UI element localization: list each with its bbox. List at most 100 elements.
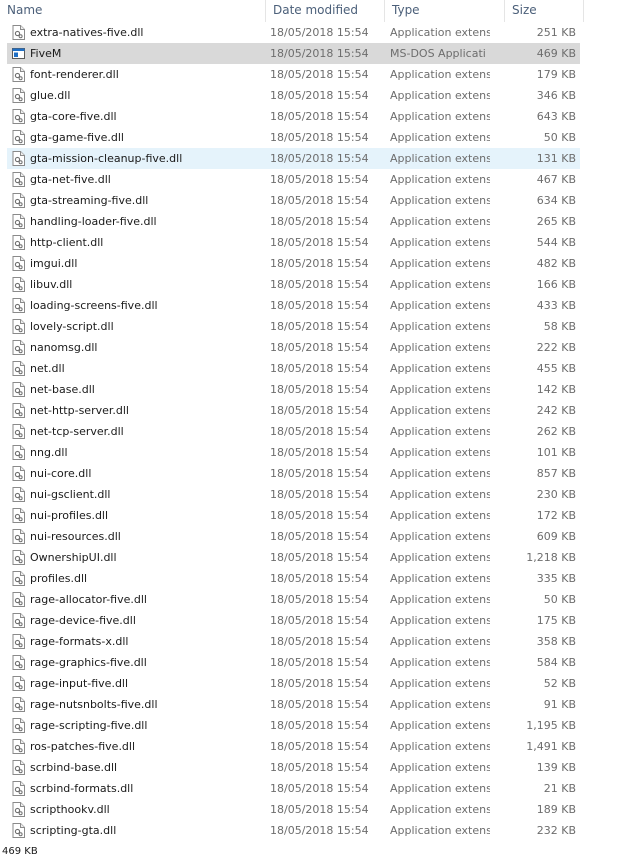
dll-file-icon [12, 445, 25, 460]
file-name: rage-input-five.dll [30, 677, 129, 690]
file-type: Application extens [390, 236, 490, 249]
column-header-name[interactable]: Name [0, 0, 265, 22]
column-header-size[interactable]: Size [504, 0, 584, 22]
file-row[interactable]: gta-mission-cleanup-five.dll 18/05/2018 1… [7, 148, 580, 169]
file-date-modified: 18/05/2018 15:54 [270, 194, 369, 207]
file-row[interactable]: scripting-gta.dll 18/05/2018 15:54 Applica… [7, 820, 580, 841]
file-row[interactable]: rage-formats-x.dll 18/05/2018 15:54 Applic… [7, 631, 580, 652]
dll-file-icon [12, 403, 25, 418]
file-name: gta-mission-cleanup-five.dll [30, 152, 183, 165]
dll-file-icon [12, 319, 25, 334]
file-row[interactable]: net-tcp-server.dll 18/05/2018 15:54 Applic… [7, 421, 580, 442]
file-size: 50 KB [543, 593, 576, 606]
file-type: Application extens [390, 551, 490, 564]
file-name: rage-graphics-five.dll [30, 656, 147, 669]
file-date-modified: 18/05/2018 15:54 [270, 173, 369, 186]
file-date-modified: 18/05/2018 15:54 [270, 47, 369, 60]
file-row[interactable]: ros-patches-five.dll 18/05/2018 15:54 Appl… [7, 736, 580, 757]
file-name: net-base.dll [30, 383, 95, 396]
file-size: 50 KB [543, 131, 576, 144]
dll-file-icon [12, 697, 25, 712]
file-name: nng.dll [30, 446, 68, 459]
file-type: Application extens [390, 320, 490, 333]
file-type: Application extens [390, 299, 490, 312]
file-date-modified: 18/05/2018 15:54 [270, 635, 369, 648]
column-header-type[interactable]: Type [384, 0, 504, 22]
file-date-modified: 18/05/2018 15:54 [270, 152, 369, 165]
file-row[interactable]: handling-loader-five.dll 18/05/2018 15:54… [7, 211, 580, 232]
file-row[interactable]: gta-core-five.dll 18/05/2018 15:54 Applica… [7, 106, 580, 127]
file-type: Application extens [390, 89, 490, 102]
file-date-modified: 18/05/2018 15:54 [270, 467, 369, 480]
file-name: loading-screens-five.dll [30, 299, 158, 312]
file-name: font-renderer.dll [30, 68, 119, 81]
file-row[interactable]: scrbind-base.dll 18/05/2018 15:54 Applicat… [7, 757, 580, 778]
dll-file-icon [12, 214, 25, 229]
file-row[interactable]: gta-net-five.dll 18/05/2018 15:54 Applicat… [7, 169, 580, 190]
file-row[interactable]: rage-input-five.dll 18/05/2018 15:54 Appli… [7, 673, 580, 694]
file-name: gta-core-five.dll [30, 110, 117, 123]
file-date-modified: 18/05/2018 15:54 [270, 257, 369, 270]
file-row[interactable]: net-http-server.dll 18/05/2018 15:54 Appli… [7, 400, 580, 421]
file-row[interactable]: libuv.dll 18/05/2018 15:54 Application ext… [7, 274, 580, 295]
file-row[interactable]: rage-device-five.dll 18/05/2018 15:54 Appl… [7, 610, 580, 631]
file-type: Application extens [390, 761, 490, 774]
file-size: 467 KB [536, 173, 576, 186]
file-size: 469 KB [536, 47, 576, 60]
dll-file-icon [12, 802, 25, 817]
file-type: Application extens [390, 173, 490, 186]
file-size: 142 KB [536, 383, 576, 396]
file-row[interactable]: scrbind-formats.dll 18/05/2018 15:54 Appli… [7, 778, 580, 799]
file-row[interactable]: http-client.dll 18/05/2018 15:54 Applicati… [7, 232, 580, 253]
file-date-modified: 18/05/2018 15:54 [270, 446, 369, 459]
file-row[interactable]: rage-scripting-five.dll 18/05/2018 15:54 A… [7, 715, 580, 736]
file-row[interactable]: nui-core.dll 18/05/2018 15:54 Application … [7, 463, 580, 484]
file-row[interactable]: nui-resources.dll 18/05/2018 15:54 Applica… [7, 526, 580, 547]
sort-ascending-icon: ˄ [128, 0, 137, 3]
file-row[interactable]: nng.dll 18/05/2018 15:54 Application exten… [7, 442, 580, 463]
file-row[interactable]: imgui.dll 18/05/2018 15:54 Application ext… [7, 253, 580, 274]
file-row[interactable]: rage-nutsnbolts-five.dll 18/05/2018 15:54… [7, 694, 580, 715]
file-date-modified: 18/05/2018 15:54 [270, 383, 369, 396]
file-row[interactable]: scripthookv.dll 18/05/2018 15:54 Applicati… [7, 799, 580, 820]
dll-file-icon [12, 634, 25, 649]
dll-file-icon [12, 256, 25, 271]
dll-file-icon [12, 25, 25, 40]
file-type: Application extens [390, 635, 490, 648]
file-size: 335 KB [536, 572, 576, 585]
file-size: 857 KB [536, 467, 576, 480]
file-size: 52 KB [543, 677, 576, 690]
file-row[interactable]: OwnershipUI.dll 18/05/2018 15:54 Applicati… [7, 547, 580, 568]
file-date-modified: 18/05/2018 15:54 [270, 572, 369, 585]
file-row[interactable]: nanomsg.dll 18/05/2018 15:54 Application e… [7, 337, 580, 358]
file-row[interactable]: gta-streaming-five.dll 18/05/2018 15:54 Ap… [7, 190, 580, 211]
file-date-modified: 18/05/2018 15:54 [270, 656, 369, 669]
file-date-modified: 18/05/2018 15:54 [270, 740, 369, 753]
file-row[interactable]: net-base.dll 18/05/2018 15:54 Application … [7, 379, 580, 400]
file-row[interactable]: font-renderer.dll 18/05/2018 15:54 Applica… [7, 64, 580, 85]
file-row[interactable]: lovely-script.dll 18/05/2018 15:54 Applica… [7, 316, 580, 337]
file-row[interactable]: net.dll 18/05/2018 15:54 Application exten… [7, 358, 580, 379]
file-row[interactable]: FiveM 18/05/2018 15:54 MS-DOS Applicati 469… [7, 43, 580, 64]
dll-file-icon [12, 760, 25, 775]
file-name: profiles.dll [30, 572, 88, 585]
file-date-modified: 18/05/2018 15:54 [270, 320, 369, 333]
file-name: gta-game-five.dll [30, 131, 124, 144]
file-name: nui-gsclient.dll [30, 488, 111, 501]
file-row[interactable]: loading-screens-five.dll 18/05/2018 15:54… [7, 295, 580, 316]
file-row[interactable]: rage-allocator-five.dll 18/05/2018 15:54 A… [7, 589, 580, 610]
file-name: libuv.dll [30, 278, 73, 291]
file-row[interactable]: rage-graphics-five.dll 18/05/2018 15:54 Ap… [7, 652, 580, 673]
file-size: 346 KB [536, 89, 576, 102]
file-row[interactable]: extra-natives-five.dll 18/05/2018 15:54 Ap… [7, 22, 580, 43]
file-size: 584 KB [536, 656, 576, 669]
file-row[interactable]: nui-profiles.dll 18/05/2018 15:54 Applicat… [7, 505, 580, 526]
file-row[interactable]: nui-gsclient.dll 18/05/2018 15:54 Applicat… [7, 484, 580, 505]
file-name: nui-core.dll [30, 467, 92, 480]
file-type: Application extens [390, 425, 490, 438]
file-row[interactable]: gta-game-five.dll 18/05/2018 15:54 Applica… [7, 127, 580, 148]
column-header-date-modified[interactable]: Date modified [265, 0, 384, 22]
file-row[interactable]: glue.dll 18/05/2018 15:54 Application exte… [7, 85, 580, 106]
file-row[interactable]: profiles.dll 18/05/2018 15:54 Application … [7, 568, 580, 589]
dll-file-icon [12, 298, 25, 313]
